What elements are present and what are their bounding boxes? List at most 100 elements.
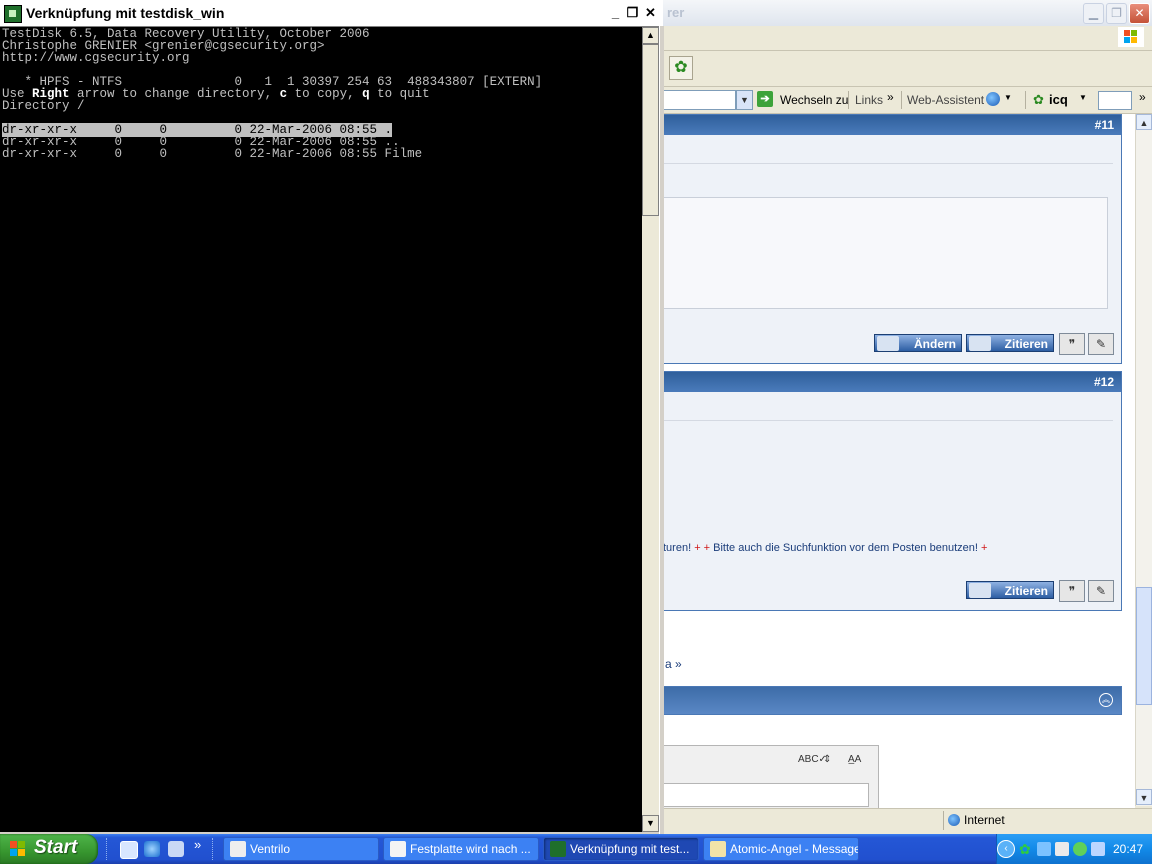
show-hidden-icons-icon[interactable]: ‹ <box>997 840 1015 858</box>
icq-flower-icon[interactable]: ✿ <box>1033 92 1044 108</box>
page-content: #11 Ändern Zitieren ❞ ✎ #12 Zitieren ❞ ✎… <box>663 114 1135 809</box>
console-screen[interactable]: TestDisk 6.5, Data Recovery Utility, Oct… <box>0 27 642 832</box>
network-icon[interactable] <box>1037 842 1051 856</box>
taskbar-button-message[interactable]: Atomic-Angel - Message <box>703 837 859 861</box>
scroll-up-icon[interactable]: ▲ <box>642 27 659 44</box>
scroll-thumb[interactable] <box>1136 587 1152 705</box>
minimize-icon[interactable]: _ <box>607 3 624 22</box>
quick-reply-icon[interactable]: ✎ <box>1088 580 1114 602</box>
post-number[interactable]: #11 <box>1095 118 1114 132</box>
console-line: Directory / <box>2 99 85 113</box>
toolbar-grip[interactable] <box>106 838 110 860</box>
message-icon <box>710 841 726 857</box>
help-key: q <box>362 87 370 101</box>
page-scrollbar[interactable]: ▲ ▼ <box>1135 114 1152 806</box>
start-label: Start <box>34 837 78 858</box>
reply-editor: ABC✓ ⇕ A̲A <box>663 745 879 809</box>
web-assistant-button[interactable]: Web-Assistent <box>907 93 984 107</box>
toolbar: ✿ <box>663 51 1152 87</box>
quote-button-label: Zitieren <box>1004 584 1048 598</box>
links-chevron[interactable]: » <box>887 90 894 104</box>
edit-icon <box>877 336 899 351</box>
windows-flag-icon <box>10 841 26 857</box>
status-bar: Internet <box>663 808 1152 833</box>
taskbar-button-browser[interactable]: Festplatte wird nach ... <box>383 837 539 861</box>
post-header: #12 <box>663 372 1121 392</box>
taskbar-button-label: Verknüpfung mit test... <box>570 842 690 856</box>
taskbar-button-testdisk[interactable]: Verknüpfung mit test... <box>543 837 699 861</box>
icq-button[interactable]: icq <box>1049 92 1068 107</box>
media-player-icon[interactable] <box>168 841 184 857</box>
scroll-thumb[interactable] <box>642 44 659 216</box>
multiquote-icon[interactable]: ❞ <box>1059 333 1085 355</box>
quote-icon <box>969 336 991 351</box>
icq-flower-icon[interactable]: ✿ <box>1019 842 1033 856</box>
console-window: Verknüpfung mit testdisk_win _ ❐ ✕ TestD… <box>0 0 664 834</box>
console-scrollbar[interactable]: ▲ ▼ <box>642 27 659 832</box>
security-zone: Internet <box>943 811 1005 830</box>
quote-button[interactable]: Zitieren <box>966 581 1054 599</box>
clock[interactable]: 20:47 <box>1113 842 1143 856</box>
directory-entry[interactable]: dr-xr-xr-x 0 0 0 22-Mar-2006 08:55 Filme <box>2 148 422 161</box>
chevron-down-icon[interactable]: ▼ <box>1004 93 1012 102</box>
forum-post: #11 Ändern Zitieren ❞ ✎ <box>663 114 1122 364</box>
console-title: Verknüpfung mit testdisk_win <box>26 5 225 21</box>
edit-button[interactable]: Ändern <box>874 334 962 352</box>
collapse-icon[interactable]: ︽ <box>1099 693 1113 707</box>
show-desktop-icon[interactable] <box>120 841 138 859</box>
address-dropdown-icon[interactable]: ▼ <box>736 90 753 110</box>
console-titlebar[interactable]: Verknüpfung mit testdisk_win _ ❐ ✕ <box>0 0 663 27</box>
multiquote-icon[interactable]: ❞ <box>1059 580 1085 602</box>
toolbar-chevron[interactable]: » <box>1139 90 1146 104</box>
chevron-down-icon[interactable]: ▼ <box>1079 93 1087 102</box>
address-bar: ▼ ➔ Wechseln zu Links » Web-Assistent ▼ … <box>663 87 1152 114</box>
scroll-down-icon[interactable]: ▼ <box>642 815 659 832</box>
taskbar-button-label: Atomic-Angel - Message <box>730 842 859 856</box>
quick-reply-icon[interactable]: ✎ <box>1088 333 1114 355</box>
separator <box>901 91 902 109</box>
maximize-button[interactable]: ❐ <box>1106 3 1127 24</box>
volume-icon[interactable] <box>1091 842 1105 856</box>
start-button[interactable]: Start <box>0 834 98 864</box>
internet-explorer-icon[interactable] <box>144 841 160 857</box>
resize-icon[interactable]: ⇕ <box>823 754 831 765</box>
console-icon[interactable] <box>4 5 22 23</box>
links-button[interactable]: Links <box>855 93 883 107</box>
toolbar-search-input[interactable] <box>1098 91 1132 110</box>
help-text: to copy, <box>287 87 363 101</box>
help-key: c <box>279 87 288 101</box>
go-button[interactable]: Wechseln zu <box>780 93 848 107</box>
quote-button[interactable]: Zitieren <box>966 334 1054 352</box>
reply-input[interactable] <box>663 783 869 807</box>
forum-post: #12 Zitieren ❞ ✎ <box>663 371 1122 611</box>
scroll-up-icon[interactable]: ▲ <box>1136 114 1152 130</box>
signature-part: turen! <box>663 542 695 554</box>
browser-titlebar[interactable]: rer ▁ ❐ ✕ <box>663 0 1152 26</box>
minimize-button[interactable]: ▁ <box>1083 3 1104 24</box>
go-arrow-icon[interactable]: ➔ <box>757 91 773 107</box>
security-icon[interactable] <box>1055 842 1069 856</box>
browser-window: rer ▁ ❐ ✕ ✿ ▼ ➔ Wechseln zu Links » Web-… <box>663 0 1152 834</box>
nav-link[interactable]: a » <box>665 657 682 671</box>
divider <box>663 163 1113 164</box>
quick-reply-header: ︽ <box>663 686 1122 715</box>
quicklaunch-chevron[interactable]: » <box>194 837 201 852</box>
messenger-icon[interactable] <box>1073 842 1087 856</box>
restore-icon[interactable]: ❐ <box>624 3 641 22</box>
close-button[interactable]: ✕ <box>1129 3 1150 24</box>
windows-logo-icon <box>1118 27 1144 47</box>
font-icon[interactable]: A̲A <box>848 754 861 765</box>
window-border[interactable] <box>659 26 664 834</box>
globe-icon[interactable] <box>986 92 1000 106</box>
help-text: to quit <box>369 87 430 101</box>
address-input[interactable] <box>663 90 736 110</box>
taskbar-button-ventrilo[interactable]: Ventrilo <box>223 837 379 861</box>
scroll-down-icon[interactable]: ▼ <box>1136 789 1152 805</box>
toolbar-grip[interactable] <box>212 838 216 860</box>
icq-flower-icon[interactable]: ✿ <box>669 56 693 80</box>
post-body <box>663 197 1108 309</box>
close-icon[interactable]: ✕ <box>642 3 659 22</box>
post-number[interactable]: #12 <box>1094 375 1114 389</box>
console-icon <box>550 841 566 857</box>
ventrilo-icon <box>230 841 246 857</box>
